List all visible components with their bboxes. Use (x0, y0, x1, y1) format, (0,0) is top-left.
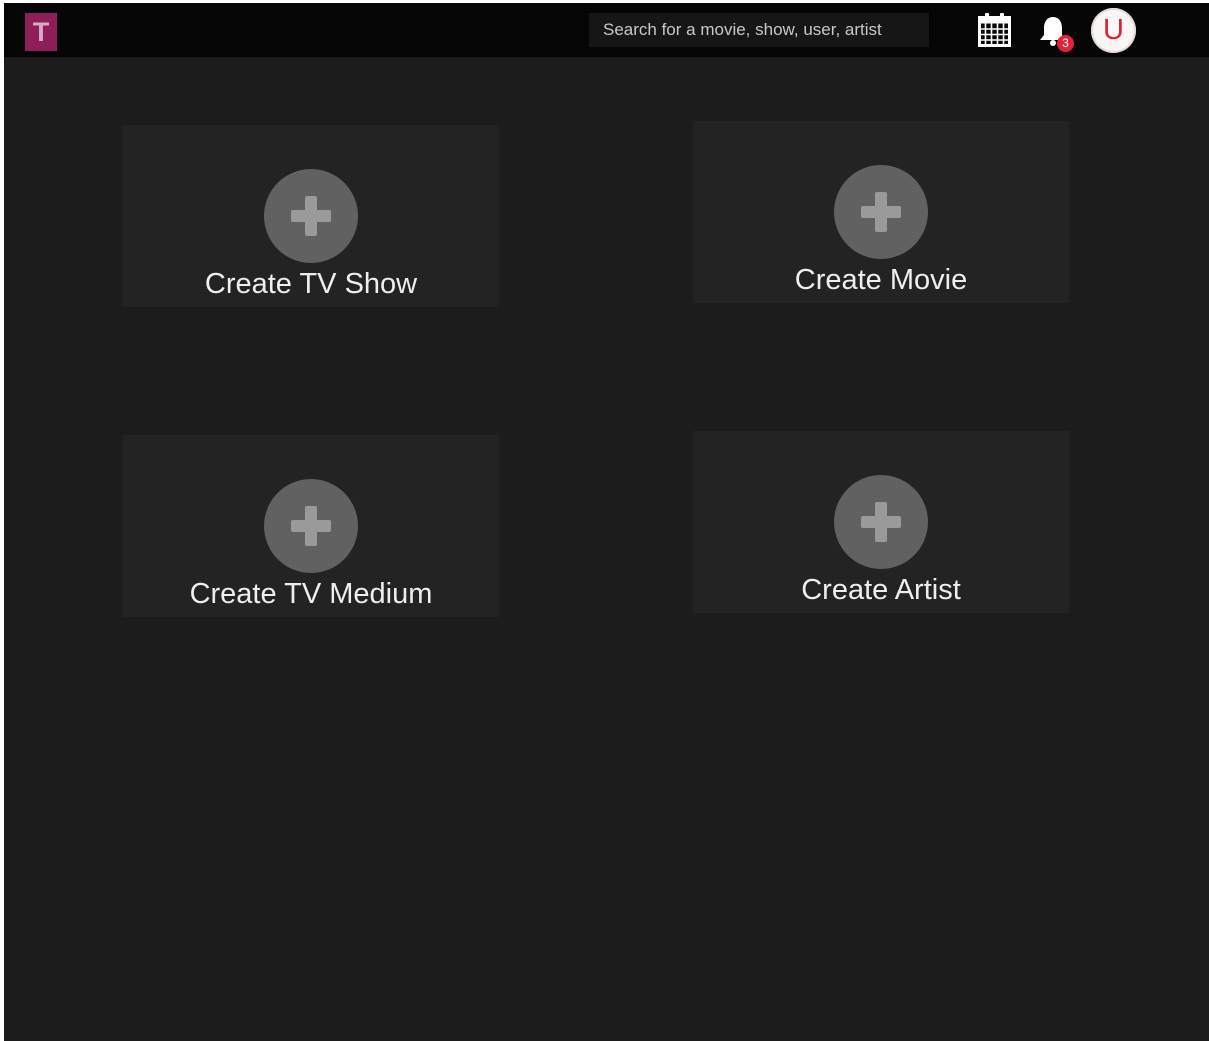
app-logo[interactable]: T (25, 13, 57, 51)
create-movie-card[interactable]: Create Movie (693, 121, 1069, 303)
calendar-icon[interactable] (977, 12, 1012, 48)
user-avatar[interactable]: U (1091, 8, 1136, 53)
app-screen: T 3 U Cr (4, 3, 1209, 1041)
plus-circle-icon (834, 475, 928, 569)
plus-circle-icon (264, 169, 358, 263)
card-label: Create TV Medium (189, 578, 433, 610)
top-navigation-bar: T 3 U (4, 3, 1209, 57)
search-input[interactable] (589, 13, 929, 47)
card-label: Create TV Show (204, 268, 418, 300)
plus-circle-icon (264, 479, 358, 573)
card-label: Create Artist (801, 574, 961, 606)
notification-count-badge: 3 (1057, 35, 1074, 52)
create-artist-card[interactable]: Create Artist (693, 431, 1069, 613)
create-tv-show-card[interactable]: Create TV Show (123, 125, 499, 307)
plus-circle-icon (834, 165, 928, 259)
create-tv-medium-card[interactable]: Create TV Medium (123, 435, 499, 617)
notifications-button[interactable]: 3 (1038, 15, 1078, 53)
card-label: Create Movie (794, 264, 968, 296)
